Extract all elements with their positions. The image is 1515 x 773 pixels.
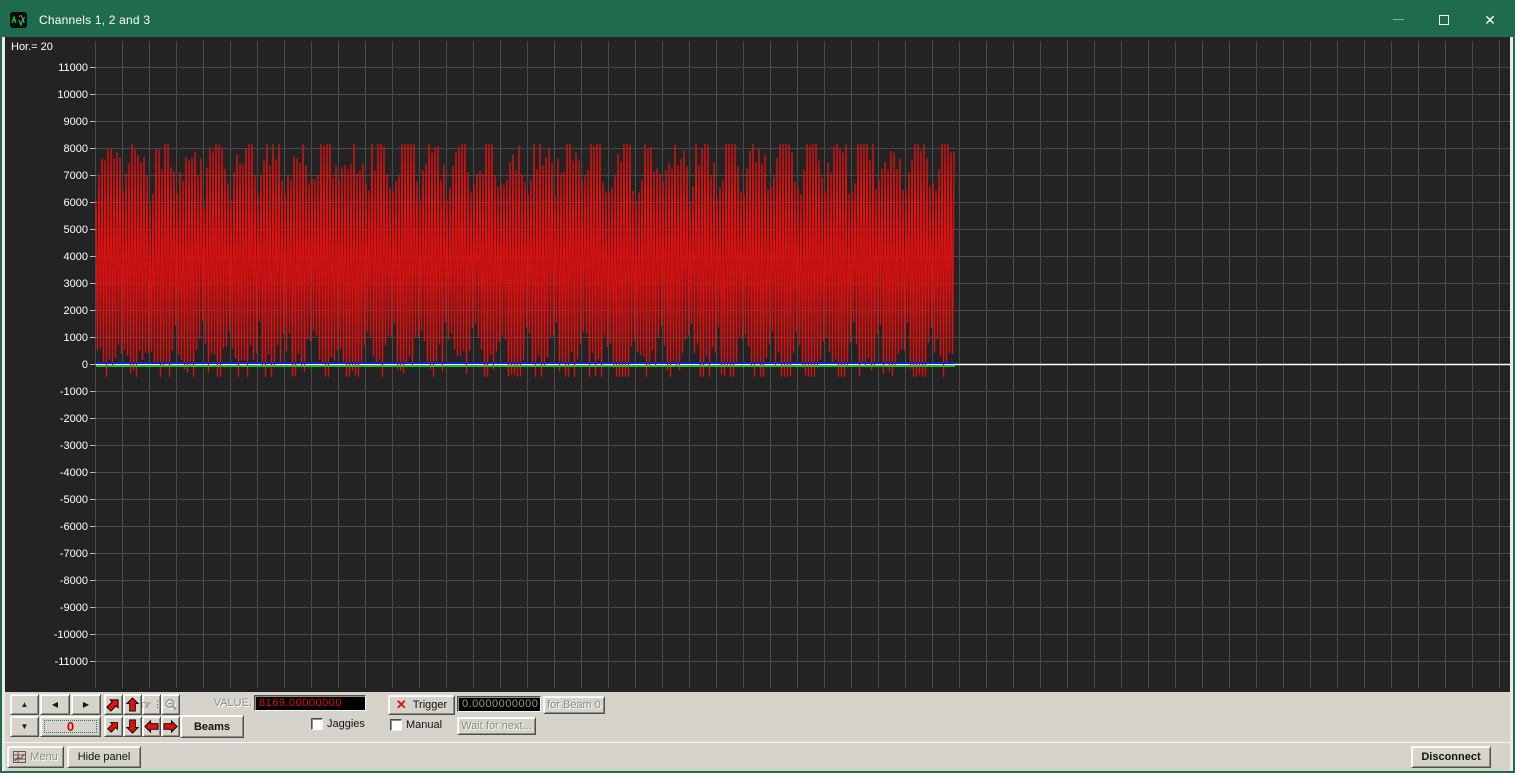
y-axis-tick-label: -7000 bbox=[5, 548, 88, 560]
left-arrow-icon bbox=[144, 719, 159, 734]
move-left-button[interactable] bbox=[142, 716, 161, 737]
manual-checkbox[interactable] bbox=[390, 719, 402, 731]
zoom-out-button[interactable] bbox=[161, 694, 180, 715]
y-axis-tick-label: 3000 bbox=[5, 278, 88, 290]
move-down-button[interactable] bbox=[123, 716, 142, 737]
menu-grid-icon bbox=[13, 751, 26, 763]
y-axis-tick-label: -8000 bbox=[5, 575, 88, 587]
y-axis-tick-label: 2000 bbox=[5, 305, 88, 317]
y-axis-tick-label: -1000 bbox=[5, 386, 88, 398]
app-window: Channels 1, 2 and 3 ✕ Hor.= 20 11000 1000… bbox=[0, 0, 1515, 773]
trigger-x-icon: ✕ bbox=[396, 697, 407, 713]
y-axis-tick-label: 11000 bbox=[5, 62, 88, 74]
shrink-diagonal-button[interactable] bbox=[104, 716, 123, 737]
menu-label: Menu bbox=[30, 751, 58, 763]
trigger-label: Trigger bbox=[413, 699, 447, 711]
y-axis-tick-label: -10000 bbox=[5, 629, 88, 641]
scroll-right-button[interactable]: ▶ bbox=[71, 694, 101, 715]
y-axis-tick-label: 4000 bbox=[5, 251, 88, 263]
app-icon bbox=[10, 12, 27, 28]
right-triangle-icon: ▶ bbox=[83, 701, 89, 709]
y-axis-tick-label: -9000 bbox=[5, 602, 88, 614]
hide-panel-button[interactable]: Hide panel bbox=[67, 746, 141, 768]
jaggies-checkbox[interactable] bbox=[311, 718, 323, 730]
client-area: Hor.= 20 1100010000900080007000600050004… bbox=[2, 37, 1513, 773]
y-axis-tick-label: -6000 bbox=[5, 521, 88, 533]
diagonal-arrow-small-icon bbox=[107, 720, 120, 733]
up-triangle-icon: ▲ bbox=[21, 701, 29, 709]
minimize-icon bbox=[1393, 19, 1404, 20]
close-icon: ✕ bbox=[1484, 13, 1496, 27]
value-label: VALUE: bbox=[185, 697, 252, 709]
trigger-level-field[interactable]: 0.0000000000 bbox=[457, 696, 541, 712]
y-axis-tick-label: -2000 bbox=[5, 413, 88, 425]
y-axis-tick-label: -3000 bbox=[5, 440, 88, 452]
value-readout: 8169.00000000 bbox=[254, 695, 366, 711]
move-up-button[interactable] bbox=[123, 694, 142, 715]
down-arrow-icon bbox=[125, 719, 140, 734]
y-axis-tick-label: 1000 bbox=[5, 332, 88, 344]
horizontal-scale-label: Hor.= 20 bbox=[11, 41, 53, 53]
scroll-left-button[interactable]: ◀ bbox=[40, 694, 70, 715]
y-axis-tick-label: -11000 bbox=[5, 656, 88, 668]
menu-button[interactable]: Menu bbox=[7, 746, 64, 768]
maximize-icon bbox=[1439, 15, 1449, 25]
y-axis-tick-label: 0 bbox=[5, 359, 88, 371]
scroll-up-button[interactable]: ▲ bbox=[10, 694, 39, 715]
pointing-hand-icon: ☞ bbox=[141, 698, 152, 712]
close-button[interactable]: ✕ bbox=[1467, 2, 1513, 37]
beam-number: 0 bbox=[44, 720, 97, 733]
diagonal-arrow-icon bbox=[106, 697, 121, 712]
manual-checkbox-row: Manual bbox=[390, 719, 442, 731]
plot-area[interactable]: Hor.= 20 1100010000900080007000600050004… bbox=[5, 37, 1510, 692]
plot-canvas bbox=[5, 37, 1510, 692]
y-axis-tick-label: 8000 bbox=[5, 143, 88, 155]
scroll-down-button[interactable]: ▼ bbox=[10, 716, 39, 737]
trigger-button[interactable]: ✕ Trigger bbox=[388, 695, 455, 715]
right-arrow-icon bbox=[163, 719, 178, 734]
title-bar: Channels 1, 2 and 3 ✕ bbox=[2, 2, 1513, 37]
control-panel: ▲ ▼ ◀ ▶ 0 ☞ ⋮ bbox=[5, 692, 1510, 742]
left-triangle-icon: ◀ bbox=[52, 701, 58, 709]
manual-label: Manual bbox=[406, 719, 442, 731]
jaggies-label: Jaggies bbox=[327, 718, 365, 730]
y-axis-tick-label: 6000 bbox=[5, 197, 88, 209]
disconnect-button[interactable]: Disconnect bbox=[1411, 746, 1491, 768]
y-axis-tick-label: -5000 bbox=[5, 494, 88, 506]
magnifier-icon bbox=[164, 698, 178, 712]
jaggies-checkbox-row: Jaggies bbox=[311, 718, 365, 730]
y-axis-tick-label: 7000 bbox=[5, 170, 88, 182]
beams-button[interactable]: Beams bbox=[180, 715, 244, 738]
pointer-mode-button[interactable]: ☞ ⋮ bbox=[142, 694, 161, 715]
y-axis-tick-label: 10000 bbox=[5, 89, 88, 101]
beam-select-button[interactable]: 0 bbox=[40, 716, 101, 737]
down-triangle-icon: ▼ bbox=[21, 723, 29, 731]
y-axis-tick-label: -4000 bbox=[5, 467, 88, 479]
expand-diagonal-button[interactable] bbox=[104, 694, 123, 715]
maximize-button[interactable] bbox=[1421, 2, 1467, 37]
wait-for-next-button[interactable]: Wait for next... bbox=[457, 717, 536, 735]
for-beam-button[interactable]: for Beam 0 bbox=[543, 696, 605, 714]
y-axis-tick-label: 9000 bbox=[5, 116, 88, 128]
minimize-button[interactable] bbox=[1375, 2, 1421, 37]
move-right-button[interactable] bbox=[161, 716, 180, 737]
up-arrow-icon bbox=[125, 697, 140, 712]
y-axis-tick-label: 5000 bbox=[5, 224, 88, 236]
bottom-bar: Menu Hide panel Disconnect bbox=[5, 742, 1510, 771]
window-title: Channels 1, 2 and 3 bbox=[39, 13, 150, 27]
